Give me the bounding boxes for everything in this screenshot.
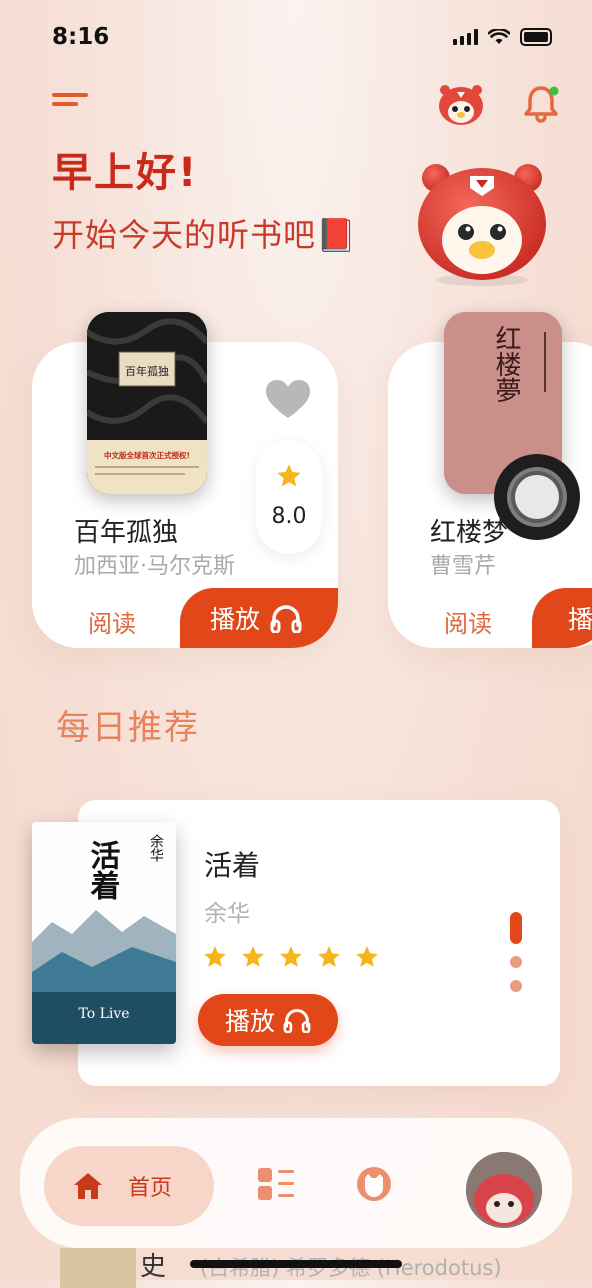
daily-cover-author: 余华 [148, 833, 164, 862]
daily-play-label: 播放 [224, 1007, 275, 1036]
status-icons [453, 28, 552, 46]
daily-cover-art: 活着 余华 To Live [32, 822, 176, 1044]
book-2-author: 曹雪芹 [430, 554, 497, 579]
nav-home[interactable]: 首页 [44, 1146, 214, 1226]
greeting-subtitle: 开始今天的听书吧📕 [52, 216, 357, 254]
star-icon [318, 946, 340, 967]
star-icon [242, 946, 264, 967]
wifi-icon [488, 29, 510, 44]
headphones-icon [270, 605, 302, 633]
cover-1-title: 百年孤独 [125, 364, 169, 378]
daily-book-author: 余华 [204, 901, 250, 927]
section-title-daily: 每日推荐 [56, 708, 200, 748]
star-icon [204, 946, 226, 967]
cover-1-banner: 中文版全球首次正式授权! [104, 450, 190, 460]
menu-icon[interactable] [52, 93, 92, 115]
list-item-title[interactable]: 史 [140, 1246, 166, 1283]
list-item-cover[interactable] [60, 1248, 136, 1288]
book-cover-1[interactable]: 百年孤独 中文版全球首次正式授权! [87, 312, 207, 494]
nav-home-label: 首页 [128, 1176, 173, 1201]
heart-icon[interactable] [264, 378, 312, 420]
record-icon [507, 467, 567, 527]
battery-icon [520, 28, 552, 46]
play-button-2[interactable]: 播 [532, 588, 592, 648]
daily-rec-cover[interactable]: 活着 余华 To Live [32, 822, 176, 1044]
read-button-1[interactable]: 阅读 [88, 604, 136, 639]
play-label-1: 播放 [210, 605, 261, 634]
daily-book-title[interactable]: 活着 [204, 844, 260, 884]
pet-icon[interactable] [354, 1164, 394, 1204]
rating-value: 8.0 [271, 504, 307, 529]
carousel-indicator-icon[interactable] [508, 912, 524, 996]
bell-icon[interactable] [520, 82, 562, 124]
rating-badge: 8.0 [256, 440, 322, 554]
daily-cover-title: 活着 [85, 840, 121, 900]
play-button-1[interactable]: 播放 [180, 588, 338, 648]
star-icon [277, 464, 301, 487]
mascot-avatar-icon[interactable] [437, 82, 485, 126]
book-1-author: 加西亚·马尔克斯 [74, 554, 235, 579]
read-button-2[interactable]: 阅读 [444, 604, 492, 639]
daily-play-button[interactable]: 播放 [198, 994, 338, 1046]
play-label-2: 播 [568, 605, 592, 634]
star-icon [356, 946, 378, 967]
list-icon[interactable] [256, 1166, 296, 1202]
cover-art: 百年孤独 中文版全球首次正式授权! [87, 312, 207, 494]
status-time: 8:16 [52, 24, 110, 50]
star-icon [280, 946, 302, 967]
profile-avatar-icon [466, 1152, 542, 1228]
nav-profile-avatar[interactable] [466, 1152, 542, 1228]
daily-cover-en: To Live [78, 1006, 129, 1022]
headphones-icon [283, 1009, 311, 1033]
book-1-title[interactable]: 百年孤独 [74, 512, 178, 549]
greeting-title: 早上好! [52, 150, 199, 196]
mascot-illustration [418, 164, 546, 286]
home-icon [74, 1173, 102, 1199]
home-indicator[interactable] [190, 1260, 402, 1268]
signal-icon [453, 29, 478, 45]
floating-record-button[interactable] [494, 454, 580, 540]
cover-2-title: 红楼夢 [491, 325, 521, 403]
star-rating [202, 944, 380, 970]
